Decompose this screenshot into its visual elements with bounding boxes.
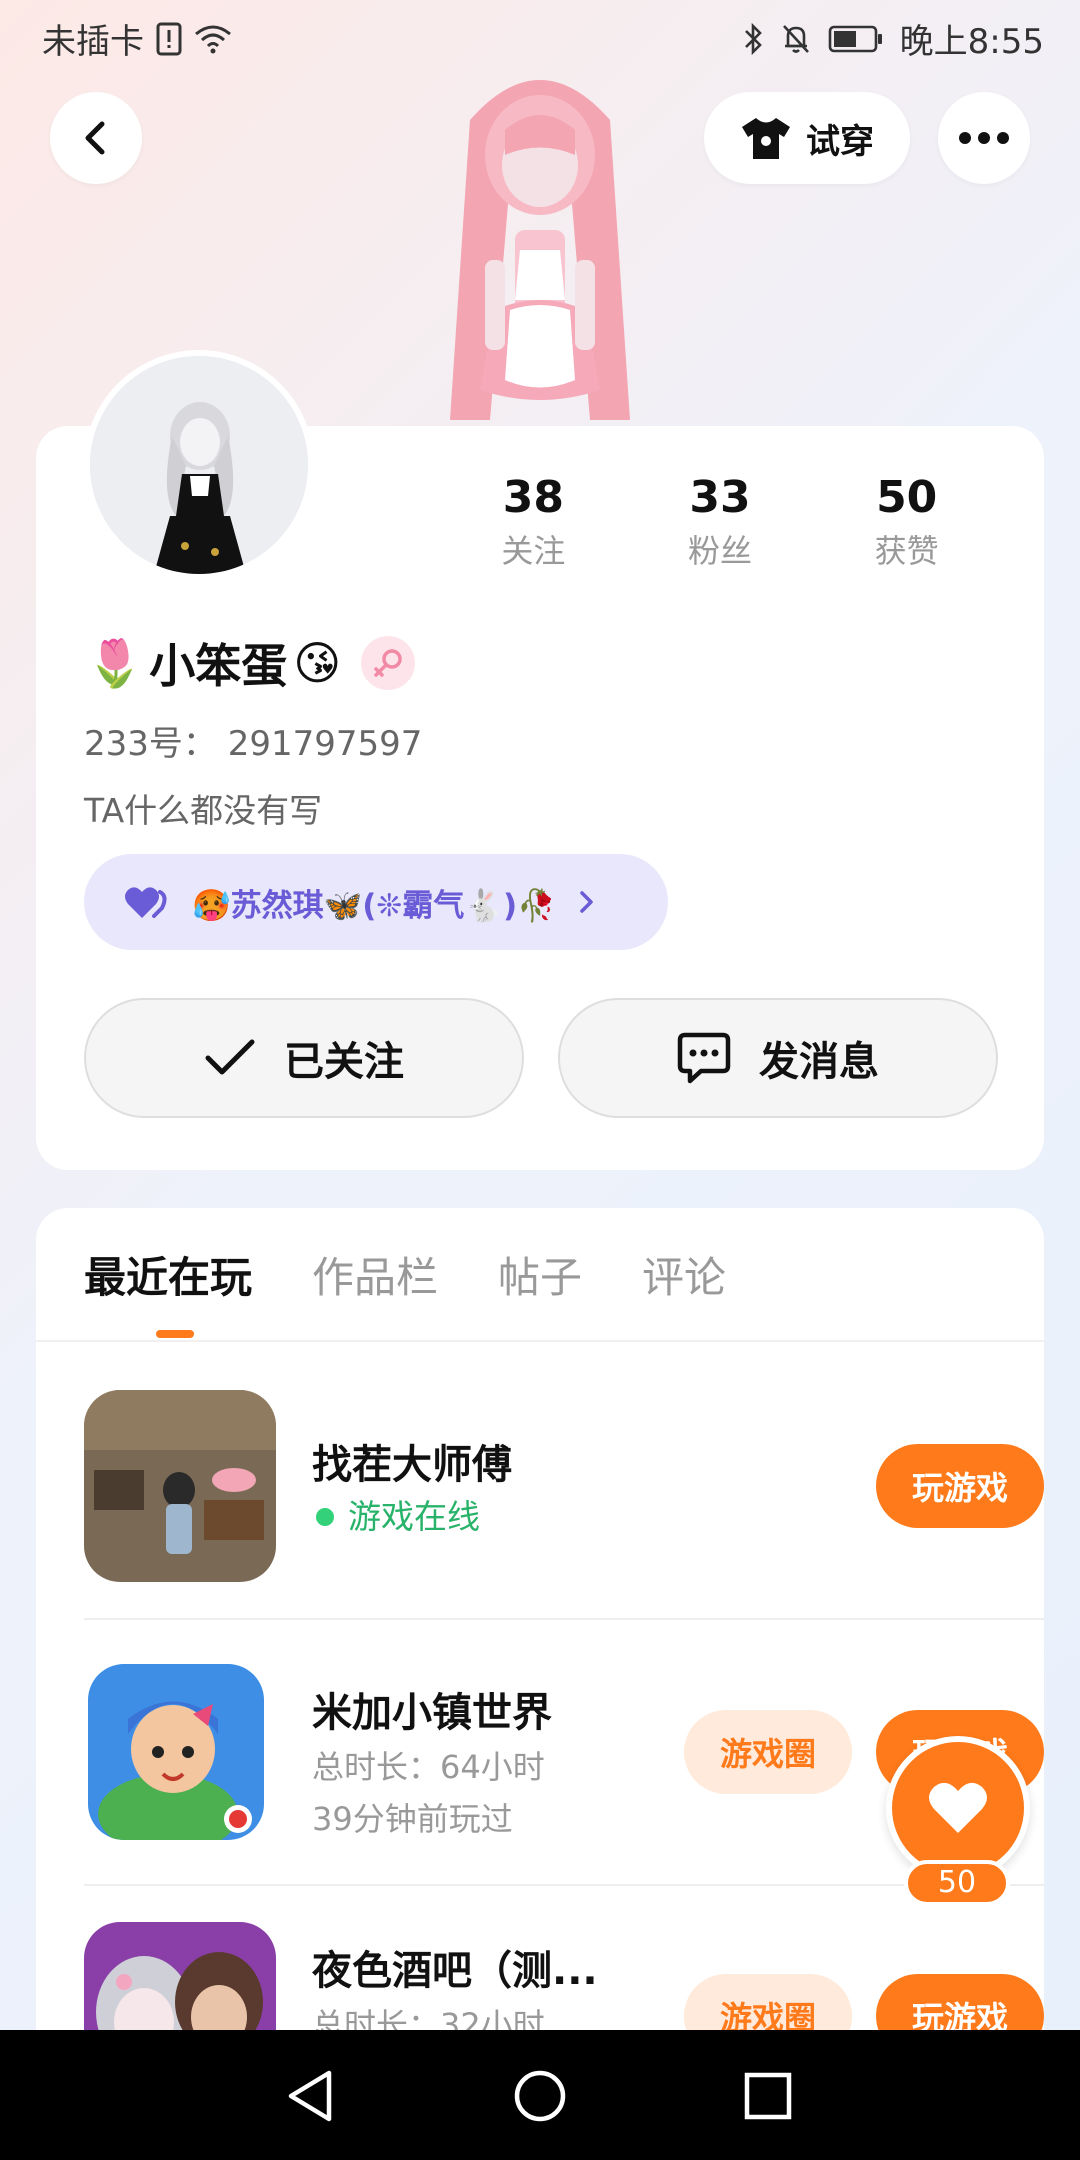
mute-bell-icon (780, 22, 812, 56)
square-recents-icon (744, 2072, 792, 2120)
tab-bar: 最近在玩 作品栏 帖子 评论 (84, 1244, 726, 1305)
heart-icon (929, 1782, 987, 1833)
stats-row: 38 关注 33 粉丝 50 获赞 (440, 470, 1000, 576)
game-icon[interactable] (88, 1664, 264, 1840)
sim-alert-icon (156, 22, 182, 56)
row-divider (84, 1884, 1044, 1886)
tabs-divider (36, 1340, 1044, 1342)
carrier-text: 未插卡 (42, 22, 144, 62)
clock-text: 晚上8:55 (899, 22, 1044, 62)
battery-icon (828, 24, 884, 54)
triangle-back-icon (288, 2070, 332, 2122)
game-row[interactable]: 找茬大师傅 游戏在线 玩游戏 (48, 1390, 1044, 1590)
tab-comments[interactable]: 评论 (642, 1244, 726, 1305)
nav-recents-button[interactable] (738, 2066, 798, 2126)
row-divider (84, 1618, 1044, 1620)
content-tabs-card: 最近在玩 作品栏 帖子 评论 找茬大师傅 游戏在线 玩游戏 米加小镇世界 总时长… (36, 1208, 1044, 2160)
followed-label: 已关注 (284, 1039, 404, 1085)
bluetooth-icon (742, 22, 764, 56)
stat-label: 粉丝 (688, 532, 753, 570)
stat-likes[interactable]: 50 获赞 (813, 470, 1000, 576)
tab-recently-played[interactable]: 最近在玩 (84, 1244, 252, 1305)
linked-user-pill[interactable]: 🥵苏然琪🦋(❊霸气🐇)🥀 (84, 854, 668, 950)
like-count: 50 (904, 1860, 1010, 1906)
stat-following[interactable]: 38 关注 (440, 470, 627, 576)
username: 小笨蛋 (149, 639, 288, 693)
game-icon[interactable] (84, 1390, 276, 1582)
game-title: 夜色酒吧（测... (312, 1948, 598, 1994)
checkmark-icon (205, 1039, 255, 1075)
online-status-dot (316, 1508, 334, 1526)
double-heart-icon (125, 887, 167, 918)
followed-button[interactable]: 已关注 (84, 998, 524, 1118)
play-game-button[interactable]: 玩游戏 (876, 1444, 1044, 1528)
more-dots-icon (959, 132, 1009, 144)
send-message-label: 发消息 (759, 1039, 879, 1085)
tshirt-icon (742, 118, 790, 159)
stat-value: 50 (876, 472, 938, 523)
chevron-right-icon (579, 891, 593, 913)
nav-home-button[interactable] (510, 2066, 570, 2126)
tab-posts[interactable]: 帖子 (498, 1244, 582, 1305)
avatar[interactable] (84, 350, 314, 580)
game-last-played: 39分钟前玩过 (312, 1800, 513, 1838)
chat-bubble-icon (677, 1032, 731, 1084)
back-button[interactable] (50, 92, 142, 184)
like-button[interactable] (886, 1736, 1030, 1880)
try-on-button[interactable]: 试穿 (704, 92, 910, 184)
stat-followers[interactable]: 33 粉丝 (627, 470, 814, 576)
stat-value: 38 (502, 472, 564, 523)
system-nav-bar (0, 2030, 1080, 2160)
tab-works[interactable]: 作品栏 (312, 1244, 438, 1305)
name-suffix-emoji: 😘 (293, 636, 342, 690)
game-title: 米加小镇世界 (312, 1690, 552, 1736)
wifi-icon (194, 24, 232, 54)
linked-user-name: 🥵苏然琪🦋(❊霸气🐇)🥀 (192, 887, 556, 924)
stat-value: 33 (689, 472, 751, 523)
active-tab-indicator (156, 1330, 194, 1338)
try-on-label: 试穿 (806, 121, 874, 162)
game-circle-button[interactable]: 游戏圈 (684, 1710, 852, 1794)
game-online-status: 游戏在线 (348, 1497, 480, 1536)
circle-home-icon (514, 2070, 566, 2122)
bio: TA什么都没有写 (84, 791, 323, 830)
game-title: 找茬大师傅 (312, 1442, 512, 1488)
name-prefix-emoji: 🌷 (86, 635, 144, 690)
game-total-duration: 总时长：64小时 (312, 1748, 545, 1786)
avatar-character-illustration (400, 60, 680, 430)
female-gender-icon (361, 636, 416, 690)
profile-screen: 未插卡 晚上8:55 试穿 38 关注 33 粉丝 50 获赞 🌷 小笨蛋 😘 … (0, 0, 1080, 2160)
nav-back-button[interactable] (280, 2066, 340, 2126)
username-row: 🌷 小笨蛋 😘 (86, 630, 416, 696)
user-id: 233号： 291797597 (84, 724, 423, 764)
chevron-left-icon (85, 121, 105, 155)
stat-label: 关注 (501, 532, 566, 570)
stat-label: 获赞 (874, 532, 939, 570)
more-options-button[interactable] (938, 92, 1030, 184)
send-message-button[interactable]: 发消息 (558, 998, 998, 1118)
